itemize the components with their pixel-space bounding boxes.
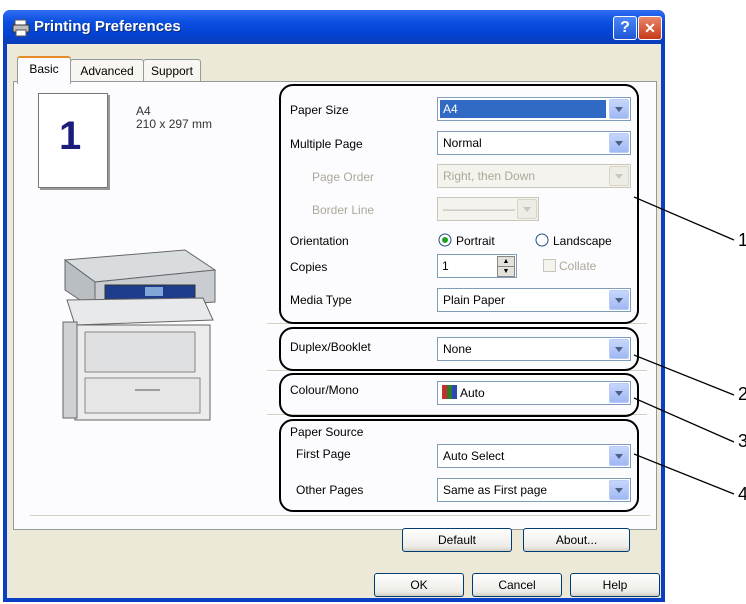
cancel-button[interactable]: Cancel: [472, 573, 562, 597]
about-button[interactable]: About...: [523, 528, 630, 552]
preview-paper-name: A4: [136, 104, 151, 118]
callout-number-4: 4: [738, 484, 746, 504]
callout-number-1: 1: [738, 230, 746, 250]
tab-support[interactable]: Support: [143, 59, 201, 82]
printer-icon: [12, 19, 30, 37]
default-button[interactable]: Default: [402, 528, 512, 552]
callout-box-1: [279, 84, 639, 324]
printer-illustration: [62, 249, 217, 421]
window-title: Printing Preferences: [34, 18, 181, 35]
preview-page-number: 1: [59, 114, 82, 158]
help-title-button[interactable]: ?: [613, 16, 637, 40]
preview-paper-dims: 210 x 297 mm: [136, 117, 213, 131]
callout-box-3: [279, 373, 639, 417]
callout-leaders: [633, 196, 735, 495]
callout-number-2: 2: [738, 384, 746, 404]
callout-box-4: [279, 419, 639, 512]
page-preview: 1: [38, 93, 108, 188]
tab-basic[interactable]: Basic: [17, 56, 71, 84]
callout-number-3: 3: [738, 431, 746, 451]
divider: [30, 515, 650, 517]
callout-box-2: [279, 327, 639, 371]
ok-button[interactable]: OK: [374, 573, 464, 597]
help-button[interactable]: Help: [570, 573, 660, 597]
tab-advanced[interactable]: Advanced: [70, 59, 144, 82]
close-button[interactable]: ✕: [638, 16, 662, 40]
